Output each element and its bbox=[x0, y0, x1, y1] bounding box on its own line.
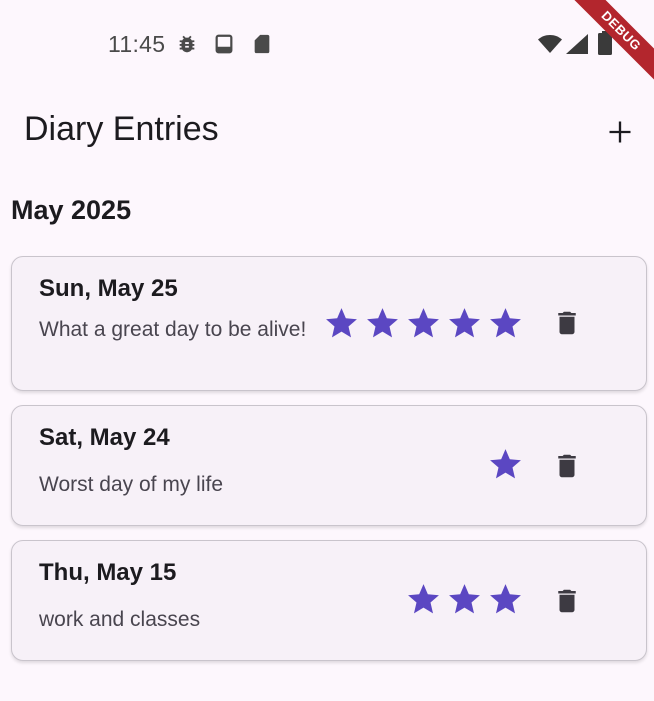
page-title: Diary Entries bbox=[24, 110, 219, 148]
app-bar: Diary Entries bbox=[0, 100, 654, 164]
star-icon bbox=[490, 308, 521, 338]
star-icon bbox=[408, 584, 439, 614]
entry-rating bbox=[405, 581, 524, 618]
entry-rating bbox=[323, 305, 524, 342]
entry-date: Sun, May 25 bbox=[39, 275, 178, 302]
trash-icon bbox=[558, 454, 576, 478]
delete-button[interactable] bbox=[549, 303, 585, 343]
signal-icon bbox=[566, 34, 588, 54]
wifi-icon bbox=[538, 35, 562, 53]
entry-card[interactable]: Sun, May 25 What a great day to be alive… bbox=[11, 256, 647, 391]
star-icon bbox=[449, 308, 480, 338]
entry-rating bbox=[487, 446, 524, 483]
star-icon bbox=[408, 308, 439, 338]
trash-icon bbox=[558, 589, 576, 613]
app-screen: 11:45 DEBUG Diary Entries May 2025 Sun, … bbox=[0, 0, 654, 701]
status-bar: 11:45 bbox=[0, 0, 654, 88]
entry-text: What a great day to be alive! bbox=[39, 318, 307, 341]
star-icon bbox=[449, 584, 480, 614]
plus-icon bbox=[609, 121, 631, 143]
entry-date: Thu, May 15 bbox=[39, 559, 177, 586]
delete-button[interactable] bbox=[549, 446, 585, 486]
add-entry-button[interactable] bbox=[596, 108, 644, 156]
month-header: May 2025 bbox=[11, 195, 132, 225]
screen-icon bbox=[215, 34, 233, 54]
entry-list: Sun, May 25 What a great day to be alive… bbox=[11, 256, 647, 675]
entry-date: Sat, May 24 bbox=[39, 424, 170, 451]
trash-icon bbox=[558, 311, 576, 335]
entry-text: Worst day of my life bbox=[39, 473, 223, 496]
bug-icon bbox=[179, 35, 195, 53]
delete-button[interactable] bbox=[549, 581, 585, 621]
star-icon bbox=[367, 308, 398, 338]
entry-text: work and classes bbox=[39, 608, 201, 631]
status-time: 11:45 bbox=[108, 31, 166, 57]
star-icon bbox=[490, 449, 521, 479]
entry-card[interactable]: Sat, May 24 Worst day of my life bbox=[11, 405, 647, 526]
sd-card-icon bbox=[254, 34, 270, 54]
entry-card[interactable]: Thu, May 15 work and classes bbox=[11, 540, 647, 661]
star-icon bbox=[326, 308, 357, 338]
star-icon bbox=[490, 584, 521, 614]
